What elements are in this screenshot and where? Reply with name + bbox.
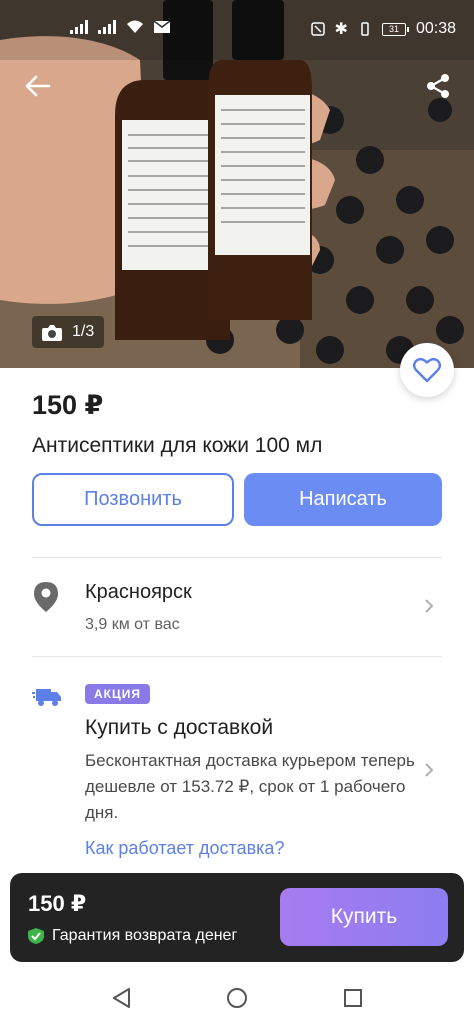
back-button[interactable] [16, 64, 60, 108]
location-distance: 3,9 км от вас [85, 616, 180, 633]
system-nav-bar [0, 970, 474, 1026]
delivery-title: Купить с доставкой [85, 716, 274, 739]
nav-recent-button[interactable] [331, 976, 375, 1020]
check-icon [28, 928, 44, 944]
photo-counter: 1/3 [32, 316, 105, 348]
call-button[interactable]: Позвонить [32, 473, 234, 526]
delivery-section[interactable]: АКЦИЯ Купить с доставкой Бесконтактная д… [0, 660, 474, 870]
location-pin-icon [34, 582, 58, 612]
location-city: Красноярск [85, 581, 192, 603]
status-time: 00:38 [415, 20, 456, 37]
bluetooth-icon: ✱ [334, 21, 348, 38]
write-button[interactable]: Написать [244, 473, 442, 526]
nav-recent-icon [344, 989, 362, 1007]
product-photo[interactable]: ✱ 31 00:38 1/3 [0, 0, 474, 368]
battery-icon: 31 [381, 22, 409, 36]
nav-home-icon [227, 988, 247, 1008]
status-bar: ✱ 31 00:38 [0, 0, 474, 58]
status-signals [70, 20, 170, 34]
money-back-guarantee[interactable]: Гарантия возврата денег [28, 927, 237, 945]
camera-icon [42, 324, 62, 341]
share-icon [427, 74, 449, 98]
listing-title: Антисептики для кожи 100 мл [32, 434, 323, 457]
listing-price: 150 ₽ [32, 390, 104, 420]
screen: ✱ 31 00:38 1/3 150 ₽ Антисептики для кож… [0, 0, 474, 1026]
signal-icon-2 [98, 20, 116, 34]
back-arrow-icon [25, 75, 51, 97]
nav-back-icon [113, 988, 130, 1008]
nfc-icon [310, 22, 325, 36]
divider [32, 656, 442, 657]
chevron-right-icon [425, 599, 434, 613]
wifi-icon [127, 20, 143, 33]
delivery-info-link[interactable]: Как работает доставка? [85, 838, 284, 859]
mail-icon [154, 21, 170, 33]
delivery-description: Бесконтактная доставка курьером теперь д… [85, 751, 415, 822]
photo-counter-text: 1/3 [72, 323, 95, 340]
nav-home-button[interactable] [215, 976, 259, 1020]
favorite-button[interactable] [400, 343, 454, 397]
nav-back-button[interactable] [99, 976, 143, 1020]
guarantee-text: Гарантия возврата денег [52, 927, 238, 944]
chevron-right-icon [425, 763, 434, 777]
signal-icon [70, 20, 88, 34]
truck-icon [32, 689, 61, 706]
purchase-price: 150 ₽ [28, 891, 87, 916]
buy-button[interactable]: Купить [280, 888, 448, 946]
status-indicators: ✱ 31 00:38 [310, 19, 456, 39]
heart-icon [413, 357, 441, 383]
share-button[interactable] [416, 64, 460, 108]
purchase-bar: 150 ₽ Гарантия возврата денег Купить [10, 873, 464, 962]
location-row[interactable]: Красноярск 3,9 км от вас [0, 558, 474, 656]
vibrate-icon [361, 22, 369, 36]
promo-badge: АКЦИЯ [85, 684, 151, 704]
contact-buttons: Позвонить Написать [32, 473, 442, 526]
